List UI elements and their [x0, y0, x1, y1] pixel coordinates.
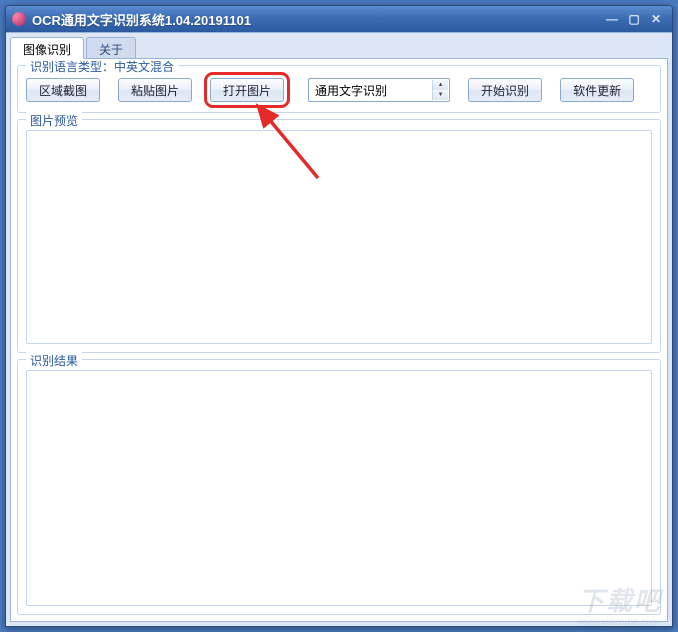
maximize-button[interactable]: ▢: [624, 11, 644, 27]
tab-content: 识别语言类型：中英文混合 区域截图 粘贴图片 打开图片 通用文字识别 ▲ ▼ 开…: [10, 58, 668, 622]
tab-strip: 图像识别 关于: [10, 37, 668, 59]
toolbar-row: 区域截图 粘贴图片 打开图片 通用文字识别 ▲ ▼ 开始识别 软件更新: [26, 76, 652, 104]
image-preview-group: 图片预览: [17, 119, 661, 353]
language-type-group: 识别语言类型：中英文混合 区域截图 粘贴图片 打开图片 通用文字识别 ▲ ▼ 开…: [17, 65, 661, 113]
paste-image-button[interactable]: 粘贴图片: [118, 78, 192, 102]
language-type-legend: 识别语言类型：中英文混合: [26, 58, 178, 75]
app-icon: [12, 12, 26, 26]
image-preview-area: [26, 130, 652, 344]
image-preview-legend: 图片预览: [26, 112, 82, 129]
spinner-down-icon[interactable]: ▼: [433, 90, 448, 100]
close-button[interactable]: ✕: [646, 11, 666, 27]
recognition-result-area[interactable]: [26, 370, 652, 606]
open-image-button[interactable]: 打开图片: [210, 78, 284, 102]
select-spinner[interactable]: ▲ ▼: [432, 80, 448, 100]
app-window: OCR通用文字识别系统1.04.20191101 — ▢ ✕ 图像识别 关于 识…: [5, 5, 673, 627]
area-screenshot-button[interactable]: 区域截图: [26, 78, 100, 102]
titlebar[interactable]: OCR通用文字识别系统1.04.20191101 — ▢ ✕: [6, 6, 672, 32]
tab-image-recognition[interactable]: 图像识别: [10, 37, 84, 59]
minimize-button[interactable]: —: [602, 11, 622, 27]
recognition-type-value: 通用文字识别: [315, 82, 387, 99]
recognition-result-group: 识别结果: [17, 359, 661, 615]
recognition-result-legend: 识别结果: [26, 352, 82, 369]
recognition-type-select[interactable]: 通用文字识别 ▲ ▼: [308, 78, 450, 102]
start-recognition-button[interactable]: 开始识别: [468, 78, 542, 102]
client-area: 图像识别 关于 识别语言类型：中英文混合 区域截图 粘贴图片 打开图片 通用文字…: [6, 32, 672, 626]
window-controls: — ▢ ✕: [602, 11, 666, 27]
tab-about[interactable]: 关于: [86, 37, 136, 59]
window-title: OCR通用文字识别系统1.04.20191101: [32, 10, 602, 29]
software-update-button[interactable]: 软件更新: [560, 78, 634, 102]
spinner-up-icon[interactable]: ▲: [433, 80, 448, 90]
